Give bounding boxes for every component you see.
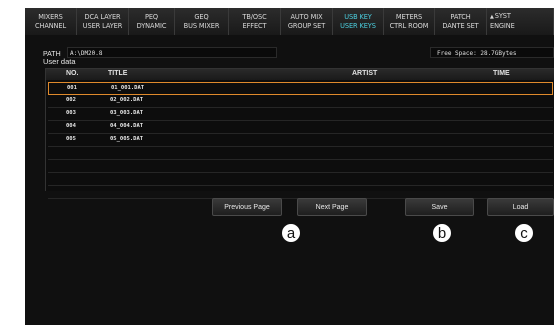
user-data-label: User data xyxy=(43,57,76,66)
path-field: A:\DM20.8 xyxy=(67,47,277,58)
tab-label-bottom: CHANNEL xyxy=(34,21,67,30)
tab-label-top: USB KEY xyxy=(344,12,372,21)
tab-dca-layer[interactable]: DCA LAYER USER LAYER xyxy=(77,8,129,35)
header-time: TIME xyxy=(493,70,510,77)
tab-label-top: TB/OSC xyxy=(242,12,267,21)
tab-label-top: PEQ xyxy=(144,12,159,21)
table-row[interactable]: 002 02_002.DAT xyxy=(48,95,553,108)
tab-label-top-wrap: ▲SYST xyxy=(490,12,511,22)
path-row: PATH A:\DM20.8 Free Space: 28.7GBytes xyxy=(25,35,554,63)
console-screen: MIXERS CHANNEL DCA LAYER USER LAYER PEQ DYNAM… xyxy=(25,8,554,325)
user-icon: ▲ xyxy=(490,14,494,20)
cell-title: 04_004.DAT xyxy=(110,123,144,129)
tab-bar: MIXERS CHANNEL DCA LAYER USER LAYER PEQ DYNAM… xyxy=(25,8,554,35)
tab-auto-mix[interactable]: AUTO MIX GROUP SET xyxy=(281,8,333,35)
cell-no: 004 xyxy=(66,123,76,129)
tab-meters[interactable]: METERS CTRL ROOM xyxy=(384,8,435,35)
callout-a: a xyxy=(281,223,301,243)
tab-usb-key[interactable]: USB KEY USER KEYS xyxy=(333,8,384,35)
table-row[interactable]: 003 03_003.DAT xyxy=(48,108,553,121)
next-page-button[interactable]: Next Page xyxy=(297,198,367,216)
tab-tb-osc[interactable]: TB/OSC EFFECT xyxy=(229,8,281,35)
tab-label-top: MIXERS xyxy=(38,12,63,21)
save-button[interactable]: Save xyxy=(405,198,474,216)
cell-no: 005 xyxy=(66,136,76,142)
tab-label-top: AUTO MIX xyxy=(290,12,323,21)
tab-label-bottom: USER KEYS xyxy=(340,21,376,30)
cell-title: 05_005.DAT xyxy=(110,136,144,142)
tab-label-top: SYST xyxy=(494,12,511,20)
cell-no: 001 xyxy=(67,85,77,91)
cell-title: 02_002.DAT xyxy=(110,97,144,103)
tab-geq[interactable]: GEQ BUS MIXER xyxy=(175,8,229,35)
tab-label-bottom: USER LAYER xyxy=(82,21,123,30)
cell-title: 03_003.DAT xyxy=(110,110,144,116)
load-button[interactable]: Load xyxy=(487,198,554,216)
cell-no: 002 xyxy=(66,97,76,103)
table-header: NO. TITLE ARTIST TIME xyxy=(46,69,554,80)
callout-b: b xyxy=(432,223,452,243)
cell-no: 003 xyxy=(66,110,76,116)
header-title: TITLE xyxy=(108,70,128,77)
tab-mixers[interactable]: MIXERS CHANNEL xyxy=(25,8,77,35)
previous-page-button[interactable]: Previous Page xyxy=(212,198,282,216)
table-row[interactable]: 005 05_005.DAT xyxy=(48,134,553,147)
tab-label-top: DCA LAYER xyxy=(84,12,121,21)
tab-label-top: GEQ xyxy=(194,12,209,21)
tab-peq[interactable]: PEQ DYNAMIC xyxy=(129,8,175,35)
tab-label-top: PATCH xyxy=(450,12,471,21)
tab-label-top: METERS xyxy=(395,12,423,21)
callout-c: c xyxy=(514,223,534,243)
table-row xyxy=(48,173,553,186)
table-row xyxy=(48,147,553,160)
tab-patch[interactable]: PATCH DANTE SET xyxy=(435,8,487,35)
tab-label-bottom: CTRL ROOM xyxy=(389,21,429,30)
tab-syst[interactable]: ▲SYST ENGINE xyxy=(487,8,554,35)
tab-label-bottom: BUS MIXER xyxy=(183,21,220,30)
header-no: NO. xyxy=(66,70,79,77)
cell-title: 01_001.DAT xyxy=(111,85,145,91)
table-row[interactable]: 001 01_001.DAT xyxy=(48,82,553,95)
free-space-readout: Free Space: 28.7GBytes xyxy=(430,47,554,58)
user-data-table: NO. TITLE ARTIST TIME 001 01_001.DAT 002 02… xyxy=(45,68,554,199)
tab-label-bottom: GROUP SET xyxy=(287,21,326,30)
tab-label-bottom: DYNAMIC xyxy=(136,21,167,30)
tab-label-bottom: EFFECT xyxy=(242,21,267,30)
table-row[interactable]: 004 04_004.DAT xyxy=(48,121,553,134)
tab-label-bottom: DANTE SET xyxy=(442,21,479,30)
header-artist: ARTIST xyxy=(352,70,378,77)
table-row xyxy=(48,160,553,173)
tab-label-bottom: ENGINE xyxy=(490,22,515,30)
